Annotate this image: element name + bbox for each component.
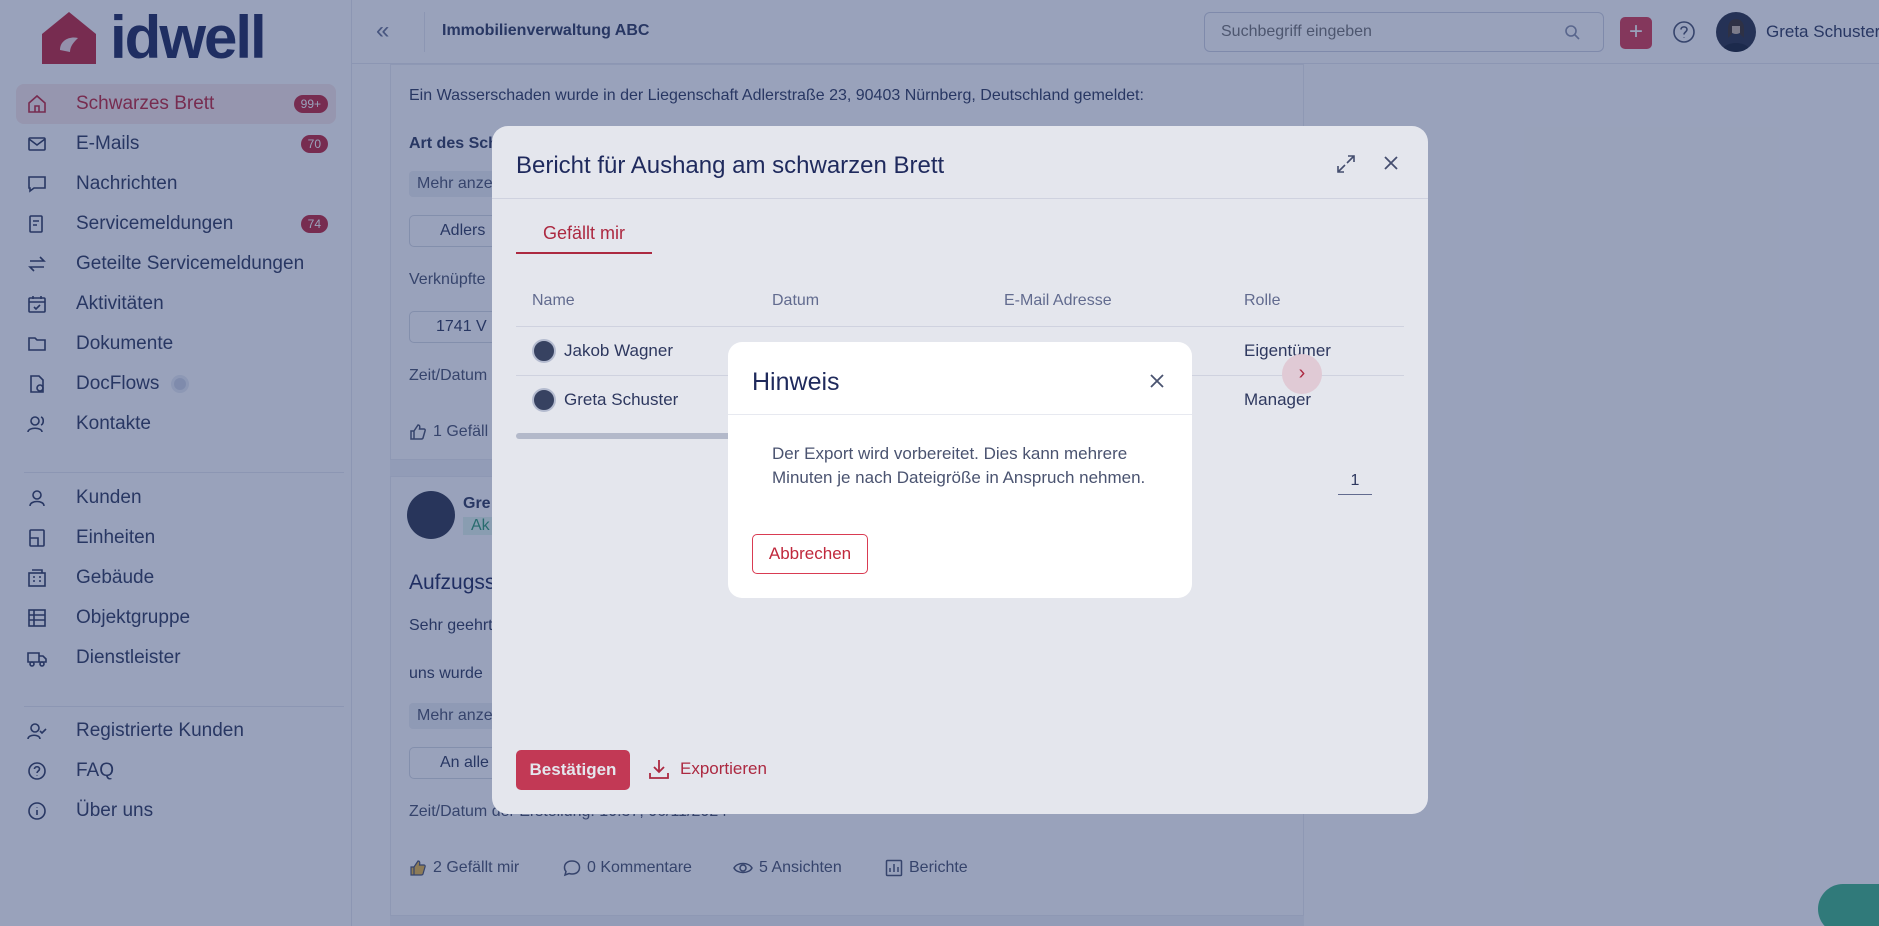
cancel-button[interactable]: Abbrechen [752,534,868,574]
close-icon[interactable] [1148,372,1166,390]
divider [728,414,1192,415]
notice-dialog: Hinweis Der Export wird vorbereitet. Die… [728,342,1192,598]
dialog-message: Der Export wird vorbereitet. Dies kann m… [772,444,1146,487]
dialog-title: Hinweis [752,368,840,396]
